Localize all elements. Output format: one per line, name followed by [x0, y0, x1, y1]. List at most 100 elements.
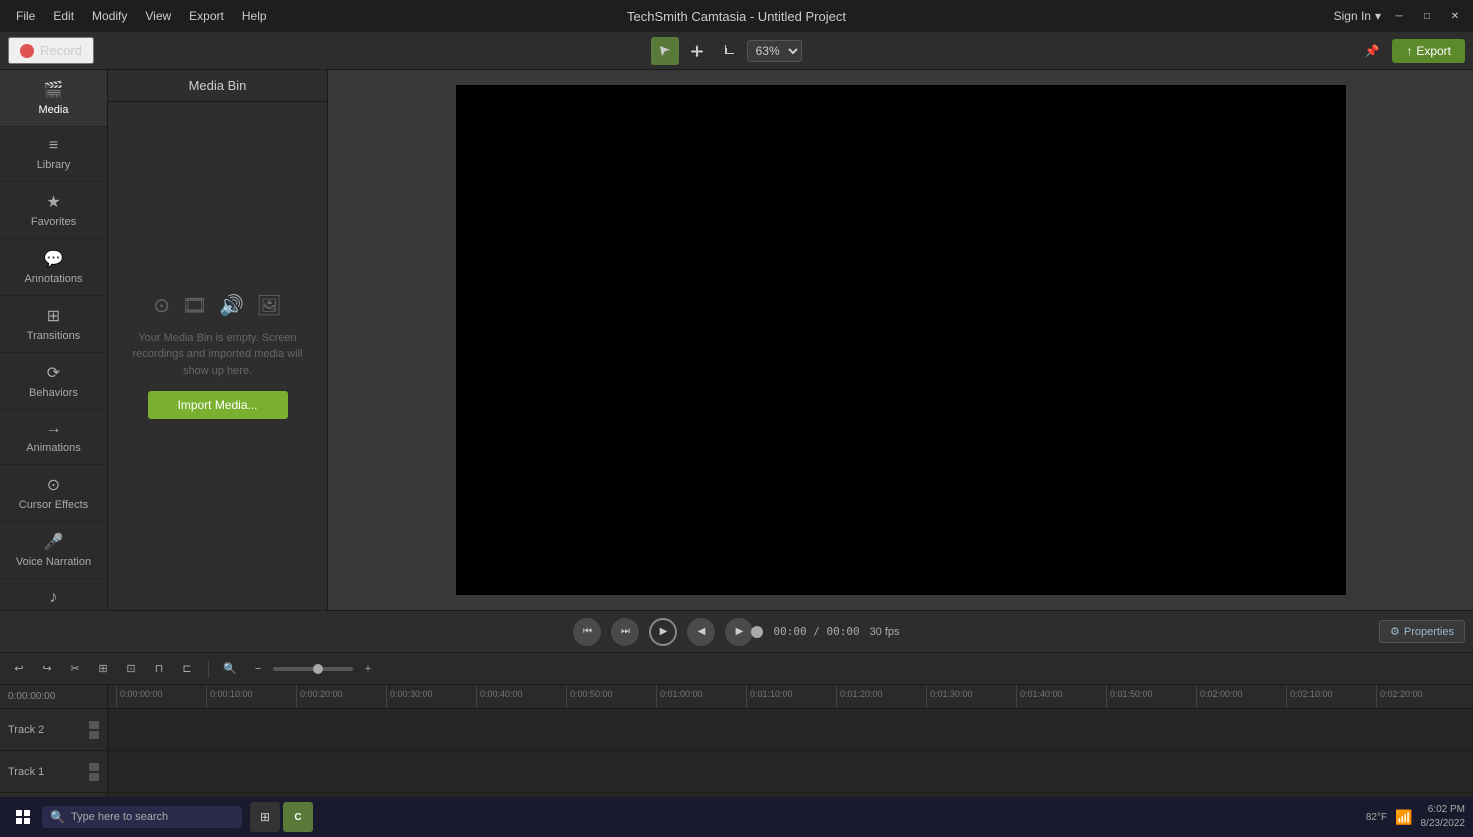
minimize-button[interactable]: ─ — [1389, 6, 1409, 26]
select-tool-button[interactable] — [651, 37, 679, 65]
toolbar-left: Record — [8, 37, 94, 64]
crop-tool-button[interactable] — [715, 37, 743, 65]
export-button[interactable]: ↑ Export — [1392, 39, 1465, 63]
sidebar-item-behaviors[interactable]: ⟳ Behaviors — [0, 353, 107, 410]
mic-icon: 🎤 — [44, 532, 64, 552]
toolbar-center: 63% — [102, 37, 1350, 65]
paste-button[interactable]: ⊡ — [120, 658, 142, 680]
media-type-icons: ⊙ 🎞 🔊 🖼 — [153, 293, 281, 318]
track-2-mute[interactable] — [89, 721, 99, 729]
favorites-icon: ★ — [46, 192, 60, 212]
camtasia-taskbar[interactable]: C — [283, 802, 313, 832]
sidebar-item-transitions[interactable]: ⊞ Transitions — [0, 296, 107, 353]
sidebar-label-media: Media — [39, 104, 69, 116]
track-label-header: 0:00:00:00 — [0, 685, 107, 709]
redo-button[interactable]: ↪ — [36, 658, 58, 680]
timeline-tracks: 0:00:00:00 0:00:10:00 0:00:20:00 0:00:30… — [108, 685, 1473, 797]
search-bar[interactable]: 🔍 Type here to search — [42, 806, 242, 828]
sidebar-item-annotations[interactable]: 💬 Annotations — [0, 239, 107, 296]
prev-frame-button[interactable]: ◀ — [687, 618, 715, 646]
undo-button[interactable]: ↩ — [8, 658, 30, 680]
menu-help[interactable]: Help — [234, 5, 275, 27]
menu-file[interactable]: File — [8, 5, 43, 27]
sidebar-item-cursor-effects[interactable]: ⊙ Cursor Effects — [0, 465, 107, 522]
media-bin-title: Media Bin — [108, 70, 327, 102]
menu-edit[interactable]: Edit — [45, 5, 82, 27]
track-1-mute[interactable] — [89, 763, 99, 771]
taskview-button[interactable]: ⊞ — [250, 802, 280, 832]
ruler-tick-9: 0:01:30:00 — [926, 685, 1016, 709]
import-media-button[interactable]: Import Media... — [148, 391, 288, 419]
next-frame-button[interactable]: ▶ — [725, 618, 753, 646]
maximize-button[interactable]: □ — [1417, 6, 1437, 26]
sign-in-button[interactable]: Sign In ▾ — [1334, 9, 1381, 23]
zoom-in-button[interactable]: + — [357, 658, 379, 680]
track-label-1: Track 1 — [0, 751, 107, 793]
menu-modify[interactable]: Modify — [84, 5, 135, 27]
track-2-lock[interactable] — [89, 731, 99, 739]
ruler-ticks: 0:00:00:00 0:00:10:00 0:00:20:00 0:00:30… — [116, 685, 1466, 709]
ruler-tick-7: 0:01:10:00 — [746, 685, 836, 709]
record-icon — [20, 44, 34, 58]
zoom-in-icon: 🔍 — [219, 658, 241, 680]
track-row-2[interactable] — [108, 709, 1473, 751]
sidebar-item-voice-narration[interactable]: 🎤 Voice Narration — [0, 522, 107, 579]
properties-button[interactable]: ⚙ Properties — [1379, 620, 1465, 643]
ruler-tick-14: 0:02:20:00 — [1376, 685, 1466, 709]
play-button[interactable]: ▶ — [649, 618, 677, 646]
track-row-1[interactable] — [108, 751, 1473, 793]
ruler-tick-12: 0:02:00:00 — [1196, 685, 1286, 709]
film-type-icon: 🎞 — [182, 293, 207, 318]
step-forward-button[interactable]: ⏭ — [611, 618, 639, 646]
track-1-lock[interactable] — [89, 773, 99, 781]
taskbar-right: 82°F 📶 6:02 PM8/23/2022 — [1366, 803, 1465, 831]
sidebar-label-behaviors: Behaviors — [29, 387, 78, 399]
ruler-tick-0: 0:00:00:00 — [116, 685, 206, 709]
ruler-tick-4: 0:00:40:00 — [476, 685, 566, 709]
title-bar: File Edit Modify View Export Help TechSm… — [0, 0, 1473, 32]
sidebar-item-media[interactable]: 🎬 Media — [0, 70, 107, 127]
search-icon: 🔍 — [50, 810, 65, 824]
gear-icon: ⚙ — [1390, 625, 1400, 638]
title-bar-left: File Edit Modify View Export Help — [8, 5, 275, 27]
fps-display: 30 fps — [870, 626, 900, 638]
start-button[interactable] — [8, 802, 38, 832]
divider — [208, 660, 209, 678]
skip-back-button[interactable]: ⏮ — [573, 618, 601, 646]
zoom-selector[interactable]: 63% — [747, 40, 802, 62]
pin-button[interactable]: 📌 — [1358, 37, 1386, 65]
library-icon: ≡ — [49, 137, 58, 155]
sidebar-item-favorites[interactable]: ★ Favorites — [0, 182, 107, 239]
export-label: Export — [1416, 44, 1451, 58]
main-toolbar: Record 63% 📌 ↑ Export — [0, 32, 1473, 70]
move-tool-button[interactable] — [683, 37, 711, 65]
split-button[interactable]: ⊓ — [148, 658, 170, 680]
audio-icon: ♪ — [50, 589, 58, 607]
sidebar-item-library[interactable]: ≡ Library — [0, 127, 107, 182]
track-2-name: Track 2 — [8, 724, 44, 736]
copy-button[interactable]: ⊞ — [92, 658, 114, 680]
ruler-tick-3: 0:00:30:00 — [386, 685, 476, 709]
sidebar-item-animations[interactable]: → Animations — [0, 410, 107, 465]
ruler-tick-10: 0:01:40:00 — [1016, 685, 1106, 709]
sidebar-item-audio-effects[interactable]: ♪ Audio Effects — [0, 579, 107, 610]
upload-icon: ↑ — [1406, 44, 1412, 58]
menu-export[interactable]: Export — [181, 5, 232, 27]
close-button[interactable]: ✕ — [1445, 6, 1465, 26]
record-label: Record — [40, 43, 82, 58]
trim-button[interactable]: ⊏ — [176, 658, 198, 680]
menu-view[interactable]: View — [137, 5, 179, 27]
track-2-controls — [89, 721, 99, 739]
playback-controls: ⏮ ⏭ ▶ ◀ ▶ 00:00 / 00:00 30 fps — [573, 618, 899, 646]
zoom-out-button[interactable]: − — [247, 658, 269, 680]
media-bin-empty-text: Your Media Bin is empty. Screen recordin… — [128, 330, 307, 380]
track-labels: 0:00:00:00 Track 2 Track 1 — [0, 685, 108, 797]
animations-icon: → — [46, 420, 62, 438]
temperature: 82°F — [1366, 812, 1387, 823]
record-button[interactable]: Record — [8, 37, 94, 64]
preview-canvas — [456, 85, 1346, 595]
media-bin-panel: Media Bin ⊙ 🎞 🔊 🖼 Your Media Bin is empt… — [108, 70, 328, 610]
cut-button[interactable]: ✂ — [64, 658, 86, 680]
app-title: TechSmith Camtasia - Untitled Project — [627, 9, 846, 24]
zoom-slider[interactable] — [273, 667, 353, 671]
